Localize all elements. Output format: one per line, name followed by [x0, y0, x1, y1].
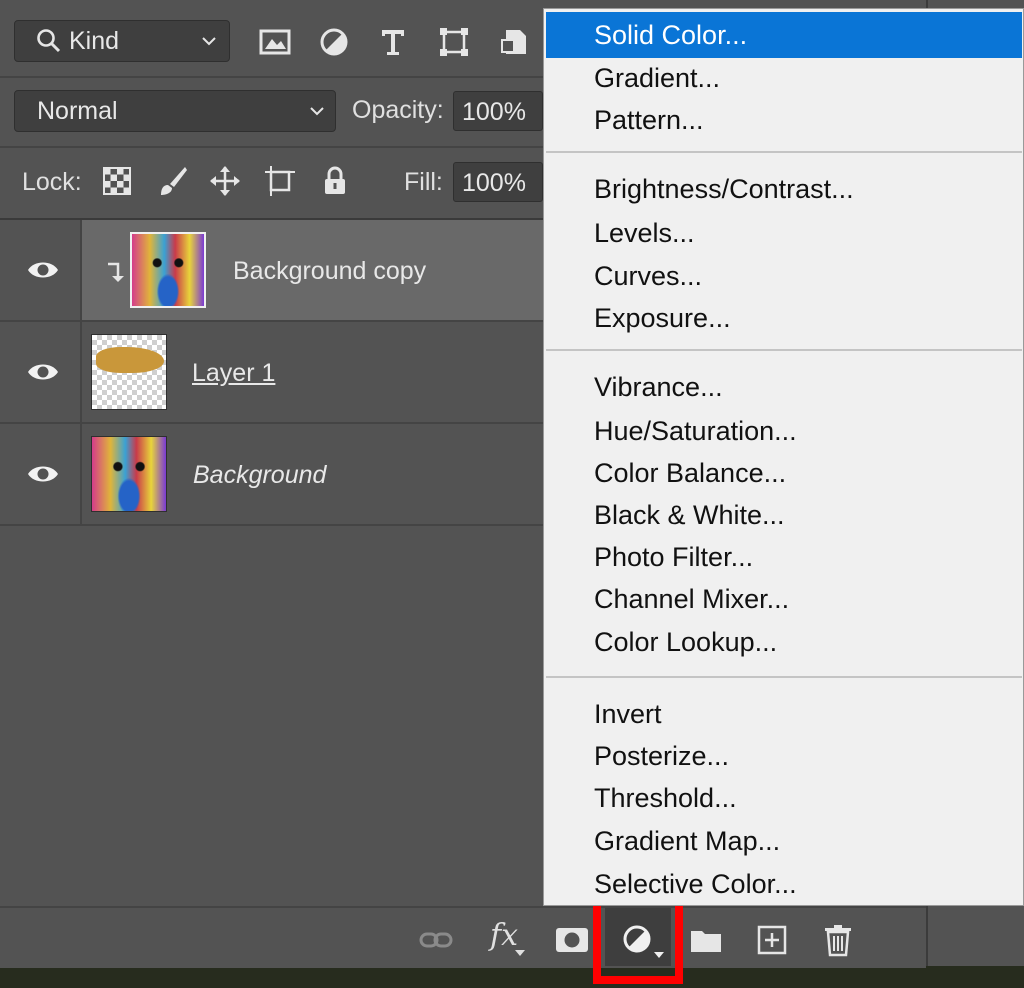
opacity-input[interactable]: 100%	[453, 91, 543, 131]
menu-item-threshold[interactable]: Threshold...	[546, 776, 1022, 820]
menu-item-levels[interactable]: Levels...	[546, 211, 1022, 255]
menu-separator	[546, 349, 1022, 351]
menu-item-pattern[interactable]: Pattern...	[546, 98, 1022, 142]
layer-thumbnail[interactable]	[91, 334, 167, 410]
filter-kind-label: Kind	[69, 26, 120, 55]
filter-kind-select[interactable]: Kind	[14, 20, 230, 62]
shape-filter-icon[interactable]	[436, 24, 472, 60]
lock-label: Lock:	[22, 168, 82, 196]
layer-thumbnail[interactable]	[91, 436, 167, 512]
menu-item-photo-filter[interactable]: Photo Filter...	[546, 535, 1022, 579]
fill-input[interactable]: 100%	[453, 162, 543, 202]
menu-item-solid-color[interactable]: Solid Color...	[546, 12, 1022, 58]
blend-mode-value: Normal	[37, 96, 118, 125]
link-layers-icon[interactable]	[418, 922, 454, 958]
lock-options-row: Lock: Fill: 100%	[0, 148, 546, 220]
opacity-label: Opacity:	[352, 96, 444, 124]
layer-name[interactable]: Background copy	[233, 257, 426, 286]
delete-layer-icon[interactable]	[820, 922, 856, 958]
background-canvas-strip	[0, 966, 1024, 988]
eye-icon	[28, 262, 58, 278]
type-filter-icon[interactable]	[375, 24, 411, 60]
layer-name[interactable]: Background	[193, 461, 326, 490]
menu-item-gradient[interactable]: Gradient...	[546, 56, 1022, 100]
lock-transparent-pixels-icon[interactable]	[100, 164, 134, 198]
menu-item-posterize[interactable]: Posterize...	[546, 734, 1022, 778]
menu-item-curves[interactable]: Curves...	[546, 254, 1022, 298]
blend-options-row: Normal Opacity: 100%	[0, 78, 546, 148]
dropdown-arrow-icon	[515, 950, 525, 956]
add-mask-icon[interactable]	[554, 922, 590, 958]
layer-row-layer-1[interactable]: Layer 1	[0, 322, 546, 424]
adjustment-layer-menu: Solid Color... Gradient... Pattern... Brigh…	[543, 8, 1024, 906]
menu-item-exposure[interactable]: Exposure...	[546, 296, 1022, 340]
lock-all-icon[interactable]	[318, 164, 352, 198]
adjustment-filter-icon[interactable]	[316, 24, 352, 60]
lock-artboard-icon[interactable]	[263, 164, 297, 198]
layer-filter-bar: Kind	[0, 0, 546, 78]
layer-row-background-copy[interactable]: Background copy	[0, 220, 546, 322]
layer-name[interactable]: Layer 1	[192, 359, 275, 388]
menu-item-brightness-contrast[interactable]: Brightness/Contrast...	[546, 167, 1022, 211]
new-group-icon[interactable]	[688, 922, 724, 958]
menu-item-black-white[interactable]: Black & White...	[546, 493, 1022, 537]
new-layer-icon[interactable]	[754, 922, 790, 958]
blend-mode-select[interactable]: Normal	[14, 90, 336, 132]
menu-item-selective-color[interactable]: Selective Color...	[546, 862, 1022, 905]
fx-label: fx	[490, 918, 519, 953]
visibility-toggle[interactable]	[0, 220, 82, 320]
fill-label: Fill:	[404, 168, 443, 196]
lock-position-icon[interactable]	[208, 164, 242, 198]
layer-thumbnail[interactable]	[130, 232, 206, 308]
menu-item-vibrance[interactable]: Vibrance...	[546, 365, 1022, 409]
search-icon	[37, 29, 61, 53]
lock-image-pixels-icon[interactable]	[155, 164, 189, 198]
menu-item-color-balance[interactable]: Color Balance...	[546, 451, 1022, 495]
fx-icon[interactable]: fx	[490, 918, 518, 953]
menu-separator	[546, 151, 1022, 153]
menu-item-invert[interactable]: Invert	[546, 692, 1022, 736]
menu-item-channel-mixer[interactable]: Channel Mixer...	[546, 577, 1022, 621]
image-filter-icon[interactable]	[257, 24, 293, 60]
smart-object-filter-icon[interactable]	[496, 24, 532, 60]
menu-item-gradient-map[interactable]: Gradient Map...	[546, 819, 1022, 863]
menu-item-hue-saturation[interactable]: Hue/Saturation...	[546, 409, 1022, 453]
chevron-down-icon	[202, 37, 216, 46]
visibility-toggle[interactable]	[0, 322, 82, 422]
eye-icon	[28, 364, 58, 380]
layer-row-background[interactable]: Background	[0, 424, 546, 526]
visibility-toggle[interactable]	[0, 424, 82, 524]
menu-separator	[546, 676, 1022, 678]
paint-stroke-shape	[96, 347, 164, 373]
menu-item-color-lookup[interactable]: Color Lookup...	[546, 620, 1022, 664]
chevron-down-icon	[310, 107, 324, 116]
layers-panel-footer: fx	[0, 906, 926, 968]
clipping-mask-arrow-icon	[108, 262, 124, 282]
eye-icon	[28, 466, 58, 482]
